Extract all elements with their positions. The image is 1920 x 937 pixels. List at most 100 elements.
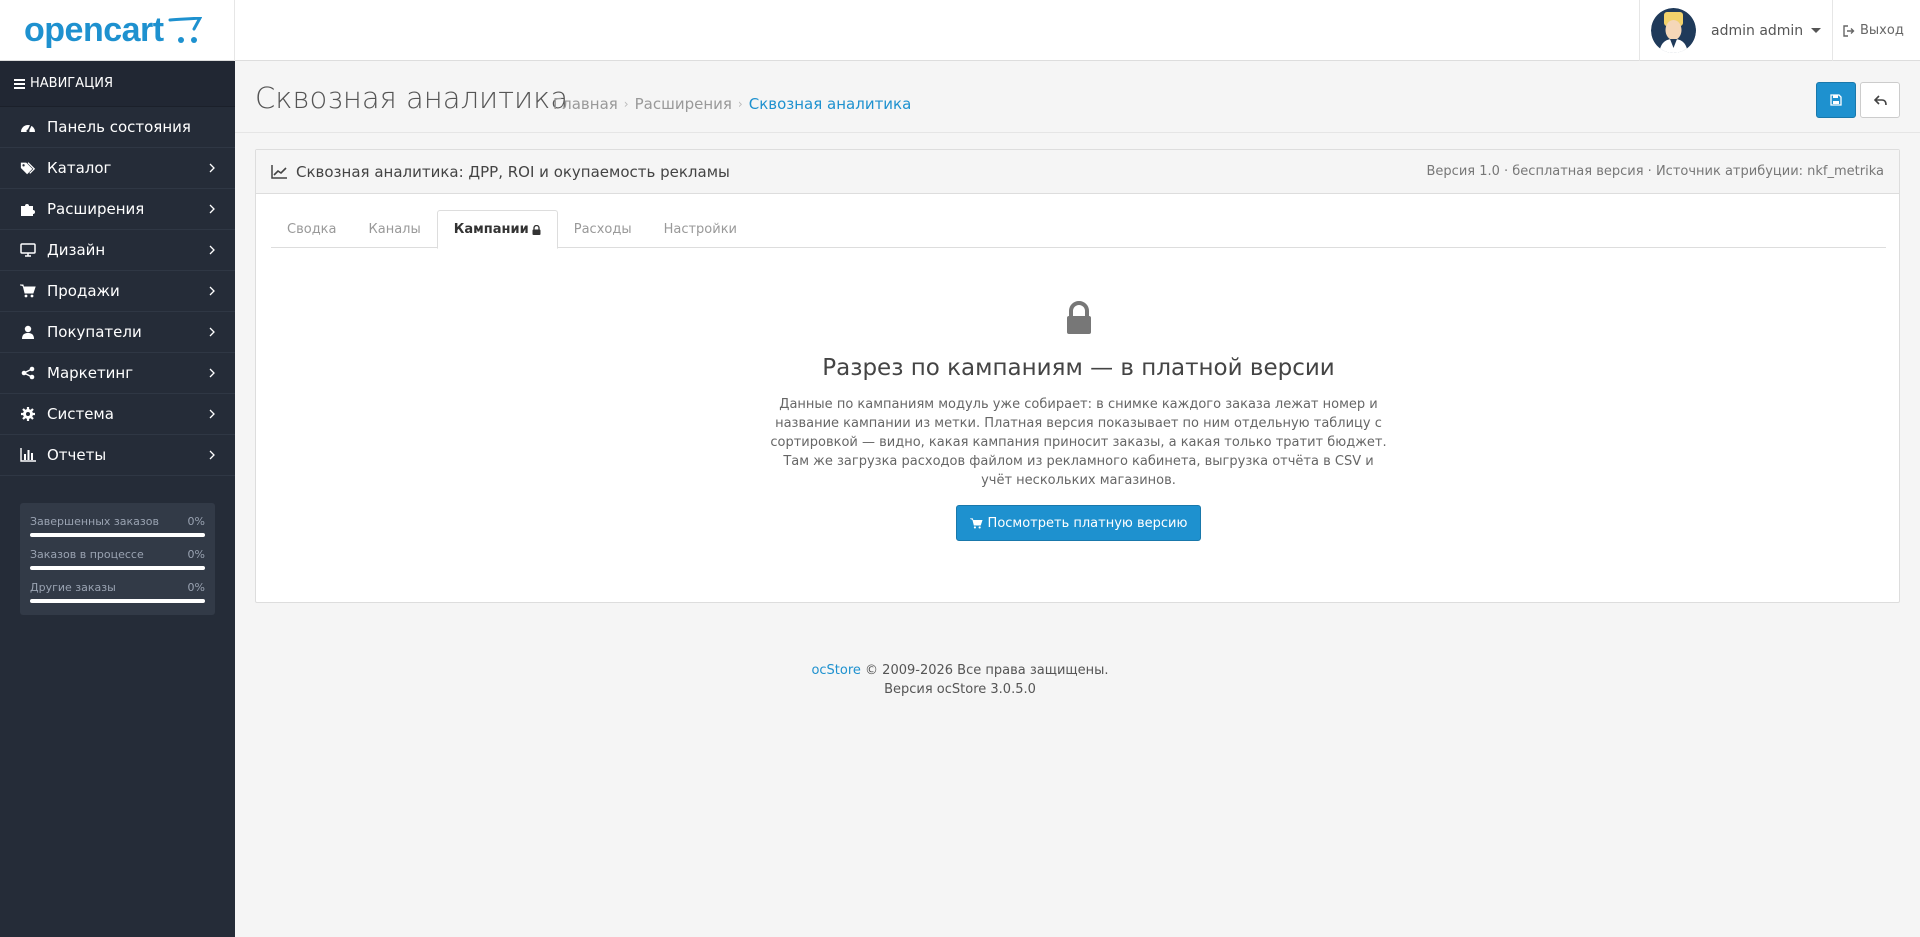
footer-version: Версия ocStore 3.0.5.0 [884,682,1036,697]
footer-copyright: © 2009-2026 Все права защищены. [865,663,1109,678]
footer-brand-link[interactable]: ocStore [811,663,860,678]
top-header: opencart admin admin Выход [0,0,1920,61]
logo-text: opencart [24,11,164,49]
progress-bar [30,533,205,537]
sidebar-item-label: Маркетинг [47,364,134,382]
page-title: Сквозная аналитика [255,81,569,115]
chevron-right-icon [209,327,215,337]
breadcrumb-home[interactable]: Главная [553,95,618,113]
sidebar-item-label: Система [47,405,114,423]
view-paid-version-button[interactable]: Посмотреть платную версию [955,505,1202,541]
tab-label: Каналы [368,221,421,237]
cart-logo-icon [168,16,202,43]
sidebar-item-dashboard[interactable]: Панель состояния [0,107,235,148]
nav-toggle[interactable]: НАВИГАЦИЯ [0,61,235,107]
bars-icon [14,78,25,89]
lock-icon [532,224,541,235]
sidebar-item-design[interactable]: Дизайн [0,230,235,271]
puzzle-icon [20,201,36,217]
tab-expenses[interactable]: Расходы [558,210,648,248]
sidebar-item-label: Продажи [47,282,120,300]
sidebar-item-catalog[interactable]: Каталог [0,148,235,189]
avatar [1651,8,1696,53]
save-button[interactable] [1816,82,1856,118]
sidebar-item-label: Дизайн [47,241,106,259]
tab-bar: Сводка Каналы Кампании Расходы Настройки [271,210,1886,249]
breadcrumb-separator: › [737,97,743,111]
logout-link[interactable]: Выход [1843,0,1904,61]
sidebar-item-system[interactable]: Система [0,394,235,435]
sidebar-item-marketing[interactable]: Маркетинг [0,353,235,394]
sidebar-item-label: Отчеты [47,446,107,464]
sidebar-item-reports[interactable]: Отчеты [0,435,235,476]
stat-processing: Заказов в процессе 0% [30,544,205,577]
sidebar-item-customers[interactable]: Покупатели [0,312,235,353]
header-divider [235,132,1920,133]
reply-icon [1873,94,1887,105]
tab-label: Сводка [287,221,337,237]
chevron-right-icon [209,286,215,296]
breadcrumb-current[interactable]: Сквозная аналитика [749,95,912,113]
locked-heading: Разрез по кампаниям — в платной версии [822,355,1335,381]
sign-out-icon [1843,24,1855,37]
sidebar-item-label: Панель состояния [47,118,191,136]
back-button[interactable] [1860,82,1900,118]
progress-bar [30,566,205,570]
breadcrumb-separator: › [623,97,629,111]
tab-settings[interactable]: Настройки [648,210,753,248]
monitor-icon [20,242,36,258]
cart-icon [20,283,36,299]
sidebar-item-label: Покупатели [47,323,142,341]
page-header: Сквозная аналитика Главная › Расширения … [255,81,1905,121]
stat-label: Заказов в процессе [30,548,144,561]
logo[interactable]: opencart [0,0,235,61]
lock-icon [1066,301,1091,334]
chevron-right-icon [209,450,215,460]
share-icon [20,365,36,381]
line-chart-icon [271,164,287,179]
stat-other: Другие заказы 0% [30,577,205,610]
tags-icon [20,160,36,176]
version-info: Версия 1.0 · бесплатная версия · Источни… [1426,164,1885,179]
chevron-right-icon [209,163,215,173]
breadcrumb: Главная › Расширения › Сквозная аналитик… [553,95,911,113]
locked-description: Данные по кампаниям модуль уже собирает:… [770,397,1387,488]
sidebar-item-sales[interactable]: Продажи [0,271,235,312]
locked-feature-notice: Разрез по кампаниям — в платной версии Д… [271,248,1886,541]
progress-bar [30,599,205,603]
cart-icon [969,517,983,529]
sidebar-item-label: Расширения [47,200,145,218]
stat-label: Другие заказы [30,581,116,594]
tab-campaigns[interactable]: Кампании [436,210,558,249]
user-name: admin admin [1711,22,1804,39]
sidebar-item-label: Каталог [47,159,112,177]
bar-chart-icon [20,447,36,463]
logout-label: Выход [1860,23,1904,38]
dashboard-icon [20,119,36,135]
chevron-right-icon [209,368,215,378]
cog-icon [20,406,36,422]
chevron-down-icon [1811,28,1822,33]
analytics-panel: Сквозная аналитика: ДРР, ROI и окупаемос… [255,149,1900,603]
chevron-right-icon [209,204,215,214]
chevron-right-icon [209,409,215,419]
stat-value: 0% [187,515,205,528]
tab-label: Кампании [453,222,529,237]
stat-value: 0% [187,548,205,561]
breadcrumb-extensions[interactable]: Расширения [635,95,732,113]
nav-title: НАВИГАЦИЯ [30,76,113,91]
tab-label: Расходы [573,221,632,237]
user-menu[interactable]: admin admin [1639,0,1833,61]
sidebar: НАВИГАЦИЯ Панель состояния Каталог Расши… [0,61,235,937]
tab-summary[interactable]: Сводка [271,210,353,248]
floppy-icon [1830,94,1842,106]
stat-label: Завершенных заказов [30,515,159,528]
footer: ocStore © 2009-2026 Все права защищены. … [235,661,1685,699]
tab-channels[interactable]: Каналы [353,210,437,248]
tab-label: Настройки [663,221,738,237]
panel-title: Сквозная аналитика: ДРР, ROI и окупаемос… [296,162,730,181]
stat-value: 0% [187,581,205,594]
order-stats: Завершенных заказов 0% Заказов в процессе… [20,503,215,615]
chevron-right-icon [209,245,215,255]
sidebar-item-extensions[interactable]: Расширения [0,189,235,230]
